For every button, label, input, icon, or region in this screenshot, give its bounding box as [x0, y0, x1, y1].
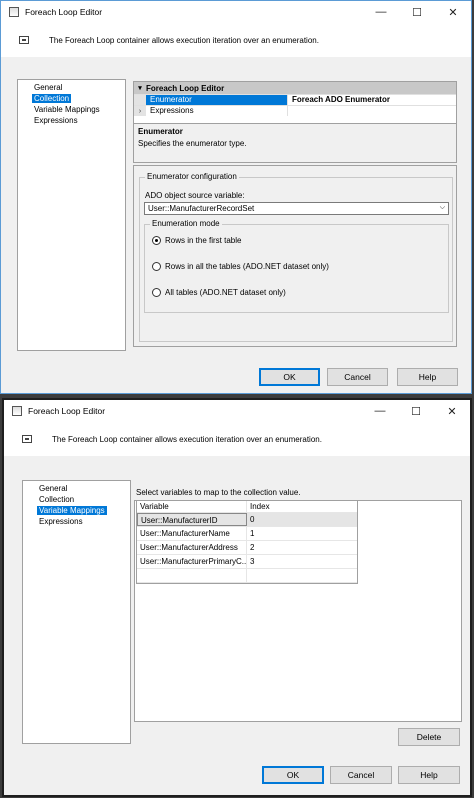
nav-item-expressions[interactable]: Expressions: [23, 516, 130, 527]
nav-item-general[interactable]: General: [18, 82, 125, 93]
radio-unselected-icon[interactable]: [152, 262, 161, 271]
help-text: Specifies the enumerator type.: [138, 139, 247, 148]
column-header-index[interactable]: Index: [247, 501, 357, 512]
close-button[interactable]: ✕: [435, 1, 471, 23]
maximize-button[interactable]: ☐: [398, 400, 434, 422]
property-key: Expressions: [146, 106, 288, 116]
nav-item-variable-mappings[interactable]: Variable Mappings: [23, 505, 130, 516]
window-title: Foreach Loop Editor: [25, 7, 103, 17]
index-cell[interactable]: 0: [247, 513, 357, 526]
variable-mappings-grid: Variable Index User::ManufacturerID 0 Us…: [136, 500, 358, 584]
enumerator-configuration-group: Enumerator configuration ADO object sour…: [139, 172, 453, 342]
group-label: Enumerator configuration: [145, 172, 239, 181]
variable-cell[interactable]: User::ManufacturerPrimaryC...: [137, 555, 247, 568]
ok-button[interactable]: OK: [259, 368, 320, 386]
index-cell[interactable]: 3: [247, 555, 357, 568]
help-button[interactable]: Help: [398, 766, 460, 784]
cancel-button[interactable]: Cancel: [330, 766, 392, 784]
description-banner: The Foreach Loop container allows execut…: [1, 23, 471, 57]
help-title: Enumerator: [138, 127, 183, 136]
column-header-variable[interactable]: Variable: [137, 501, 247, 512]
source-variable-label: ADO object source variable:: [145, 191, 245, 200]
minimize-button[interactable]: —: [362, 400, 398, 422]
table-row[interactable]: User::ManufacturerName 1: [137, 527, 357, 541]
maximize-button[interactable]: ☐: [399, 1, 435, 23]
radio-label: Rows in all the tables (ADO.NET dataset …: [165, 262, 329, 271]
radio-all-tables[interactable]: All tables (ADO.NET dataset only): [152, 288, 286, 297]
table-row[interactable]: User::ManufacturerAddress 2: [137, 541, 357, 555]
group-label: Enumeration mode: [150, 219, 222, 228]
minimize-button[interactable]: —: [363, 1, 399, 23]
variable-cell[interactable]: User::ManufacturerID: [137, 513, 247, 526]
source-variable-select[interactable]: User::ManufacturerRecordSet ⌵: [144, 202, 449, 215]
title-bar: Foreach Loop Editor — ☐ ✕: [4, 400, 470, 422]
radio-rows-first-table[interactable]: Rows in the first table: [152, 236, 241, 245]
property-value[interactable]: Foreach ADO Enumerator: [288, 95, 456, 105]
radio-rows-all-tables[interactable]: Rows in all the tables (ADO.NET dataset …: [152, 262, 329, 271]
variable-cell[interactable]: User::ManufacturerAddress: [137, 541, 247, 554]
close-button[interactable]: ✕: [434, 400, 470, 422]
description-text: The Foreach Loop container allows execut…: [49, 35, 319, 45]
ok-button[interactable]: OK: [262, 766, 324, 784]
nav-list: General Collection Variable Mappings Exp…: [22, 480, 131, 744]
instruction-text: Select variables to map to the collectio…: [136, 488, 301, 497]
radio-selected-icon[interactable]: [152, 236, 161, 245]
property-key: Enumerator: [146, 95, 288, 105]
title-bar: Foreach Loop Editor — ☐ ✕: [1, 1, 471, 23]
window-icon: [9, 7, 19, 17]
chevron-down-icon[interactable]: ⌵: [440, 204, 445, 212]
window-icon: [12, 406, 22, 416]
table-row[interactable]: User::ManufacturerPrimaryC... 3: [137, 555, 357, 569]
nav-item-collection[interactable]: Collection: [23, 494, 130, 505]
enumerator-config-panel: Enumerator configuration ADO object sour…: [133, 165, 457, 347]
help-button[interactable]: Help: [397, 368, 458, 386]
nav-list: General Collection Variable Mappings Exp…: [17, 79, 126, 351]
foreach-loop-editor-collection-dialog: Foreach Loop Editor — ☐ ✕ The Foreach Lo…: [0, 0, 472, 394]
index-cell[interactable]: 2: [247, 541, 357, 554]
property-category[interactable]: ▾ Foreach Loop Editor: [134, 82, 456, 94]
radio-label: Rows in the first table: [165, 236, 242, 245]
variable-cell[interactable]: User::ManufacturerName: [137, 527, 247, 540]
nav-item-general[interactable]: General: [23, 483, 130, 494]
loop-container-icon: [19, 36, 29, 44]
enumeration-mode-group: Enumeration mode Rows in the first table…: [144, 219, 449, 313]
delete-button[interactable]: Delete: [398, 728, 460, 746]
property-row-enumerator[interactable]: Enumerator Foreach ADO Enumerator: [134, 94, 456, 105]
radio-unselected-icon[interactable]: [152, 288, 161, 297]
foreach-loop-editor-variable-mappings-dialog: Foreach Loop Editor — ☐ ✕ The Foreach Lo…: [2, 398, 472, 797]
property-help-panel: Enumerator Specifies the enumerator type…: [133, 123, 457, 163]
property-grid: ▾ Foreach Loop Editor Enumerator Foreach…: [133, 81, 457, 127]
collapse-icon[interactable]: ▾: [134, 84, 146, 92]
nav-item-variable-mappings[interactable]: Variable Mappings: [18, 104, 125, 115]
loop-container-icon: [22, 435, 32, 443]
table-row[interactable]: User::ManufacturerID 0: [137, 513, 357, 527]
nav-item-collection[interactable]: Collection: [18, 93, 125, 104]
nav-item-expressions[interactable]: Expressions: [18, 115, 125, 126]
cancel-button[interactable]: Cancel: [327, 368, 388, 386]
property-value[interactable]: [288, 106, 456, 116]
empty-new-row[interactable]: [137, 569, 357, 583]
description-text: The Foreach Loop container allows execut…: [52, 434, 322, 444]
property-row-expressions[interactable]: › Expressions: [134, 105, 456, 116]
radio-label: All tables (ADO.NET dataset only): [165, 288, 286, 297]
source-variable-value: User::ManufacturerRecordSet: [148, 204, 255, 213]
description-banner: The Foreach Loop container allows execut…: [4, 422, 470, 456]
grid-header-row: Variable Index: [137, 501, 357, 513]
index-cell[interactable]: 1: [247, 527, 357, 540]
expand-icon[interactable]: ›: [134, 106, 146, 116]
window-title: Foreach Loop Editor: [28, 406, 106, 416]
